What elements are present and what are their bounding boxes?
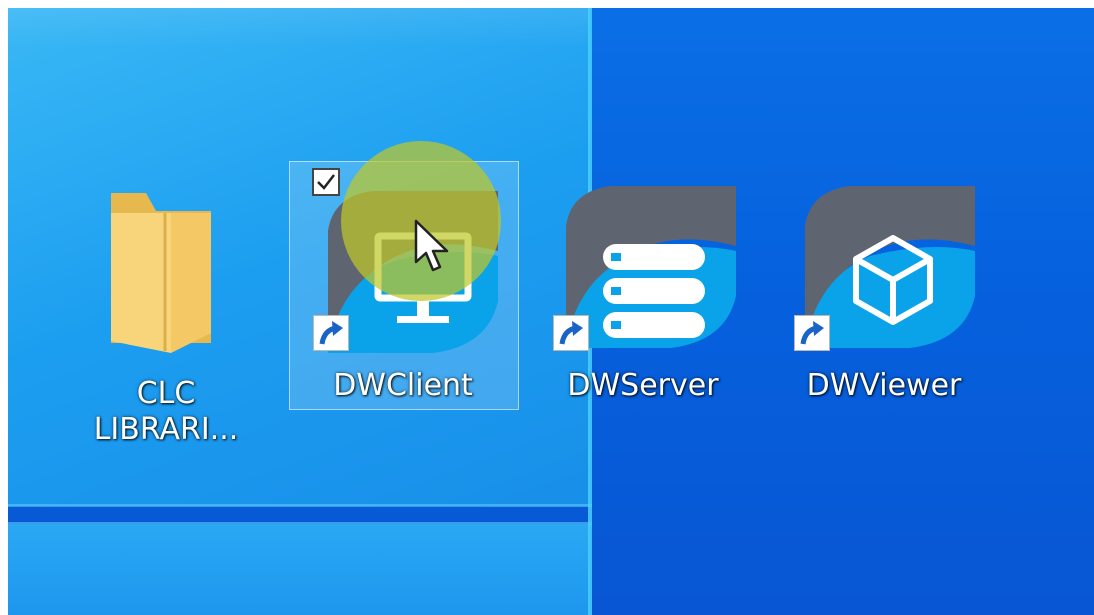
shortcut-arrow-icon	[553, 315, 589, 351]
shortcut-arrow-icon	[794, 315, 830, 351]
icon-label-line1: CLC	[136, 376, 196, 411]
desktop-icon-dwviewer[interactable]: DWViewer	[770, 161, 998, 408]
wallpaper-edge-horizontal	[8, 504, 592, 507]
checkmark-icon	[317, 174, 335, 190]
desktop-icon-dwserver[interactable]: DWServer	[529, 161, 757, 408]
wallpaper-light-pane-bottom	[8, 524, 590, 615]
icon-label: DWViewer	[806, 368, 962, 403]
icon-label: DWClient	[333, 368, 473, 403]
icon-label-line2: LIBRARI...	[93, 412, 239, 447]
icon-label: DWServer	[567, 368, 719, 403]
shortcut-arrow-icon	[313, 315, 349, 351]
desktop-icon-clc-libraries[interactable]: CLC LIBRARI...	[51, 168, 281, 468]
select-checkbox[interactable]	[312, 168, 340, 196]
desktop: CLC LIBRARI... DWClient DWServer DWViewe…	[8, 8, 1094, 615]
wallpaper-shine	[8, 8, 590, 48]
folder-icon	[111, 193, 211, 353]
mouse-cursor-icon	[414, 219, 449, 272]
